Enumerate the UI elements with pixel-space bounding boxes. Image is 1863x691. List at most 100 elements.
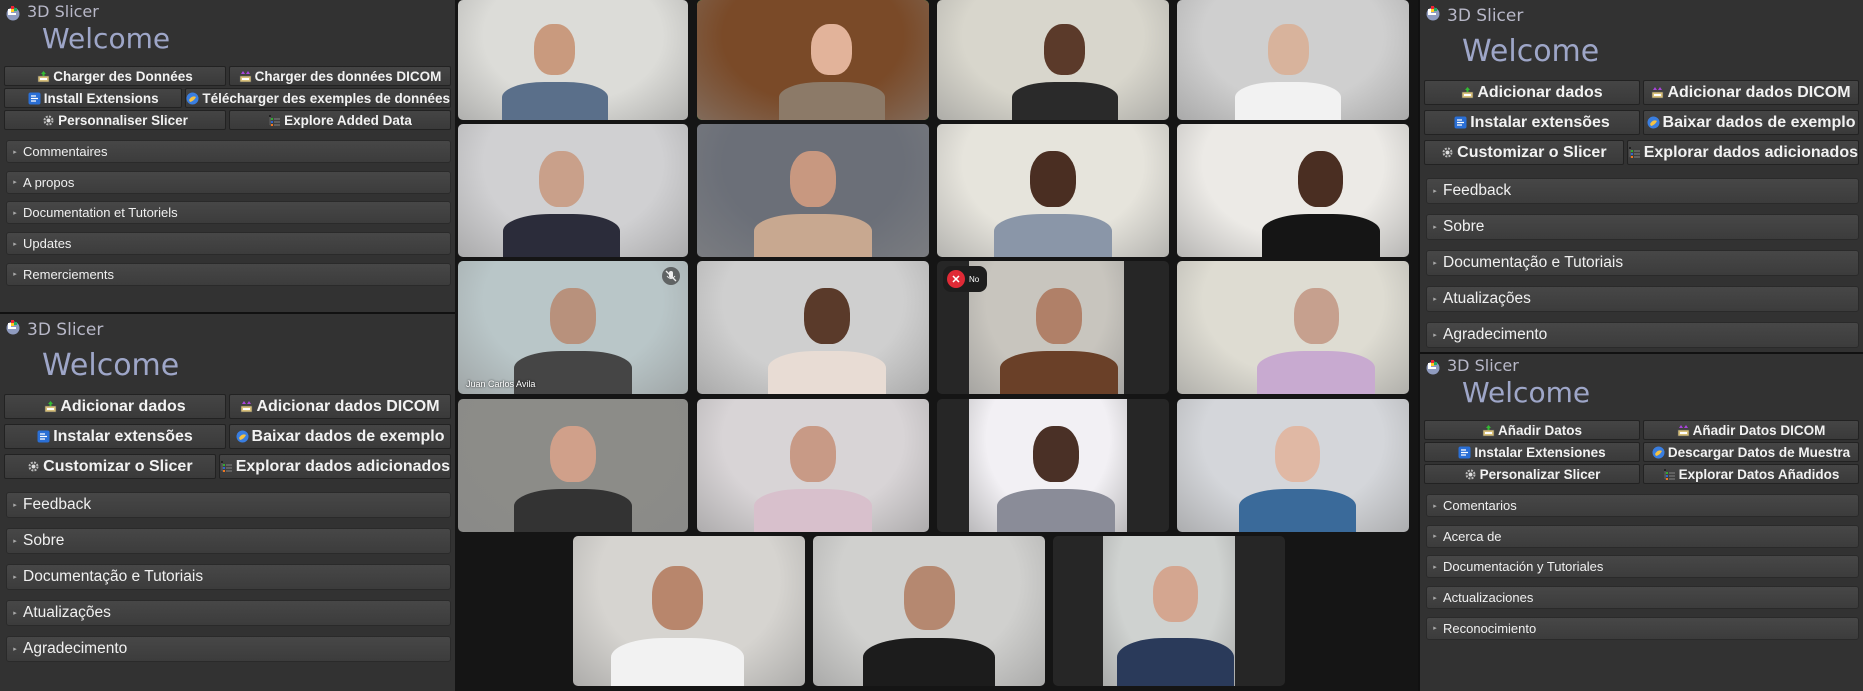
- video-feed: [969, 261, 1124, 394]
- participant-video-tile[interactable]: [458, 399, 688, 532]
- expand-arrow-icon: ▸: [1433, 332, 1437, 339]
- extensions-button[interactable]: Instalar extensões: [1424, 110, 1640, 135]
- collapsible-section[interactable]: ▸ Documentação e Tutoriais: [1426, 250, 1859, 276]
- collapsible-section[interactable]: ▸ Documentation et Tutoriels: [6, 201, 451, 225]
- participant-face: [1044, 24, 1085, 75]
- sample-data-button[interactable]: Baixar dados de exemplo: [229, 424, 451, 449]
- explore-data-button[interactable]: Explore Added Data: [229, 110, 451, 130]
- load-dicom-button[interactable]: Charger des données DICOM: [229, 66, 451, 86]
- collapsible-section[interactable]: ▸ Documentación y Tutoriales: [1426, 555, 1859, 579]
- load-data-icon: [1482, 424, 1495, 437]
- participant-video-tile[interactable]: [937, 399, 1169, 532]
- participant-face: [804, 287, 850, 345]
- button-label: Adicionar dados: [60, 397, 186, 415]
- collapsible-section[interactable]: ▸ Acerca de: [1426, 524, 1859, 548]
- button-label: Personnaliser Slicer: [58, 112, 188, 128]
- participant-face: [790, 150, 836, 208]
- explore-data-button[interactable]: Explorar dados adicionados: [1626, 140, 1859, 165]
- participant-video-tile[interactable]: [1177, 399, 1409, 532]
- participant-video-tile[interactable]: [937, 124, 1169, 257]
- collapsible-section[interactable]: ▸ Comentarios: [1426, 494, 1859, 517]
- collapsible-section[interactable]: ▸ Updates: [6, 232, 451, 256]
- participant-video-tile[interactable]: [573, 536, 805, 686]
- video-feed: [937, 0, 1169, 120]
- load-data-button[interactable]: Añadir Datos: [1424, 420, 1640, 440]
- customize-gear-button[interactable]: Personalizar Slicer: [1424, 464, 1640, 484]
- section-title: Atualizações: [1443, 290, 1531, 307]
- button-label: Instalar extensões: [53, 427, 193, 445]
- collapsible-section[interactable]: ▸ Reconocimiento: [1426, 616, 1859, 640]
- participant-body: [768, 351, 886, 394]
- participant-video-tile[interactable]: [697, 399, 929, 532]
- participant-video-tile[interactable]: [458, 124, 688, 257]
- load-data-button[interactable]: Charger des Données: [4, 66, 226, 86]
- collapsible-section[interactable]: ▸ Sobre: [1426, 214, 1859, 240]
- load-dicom-button[interactable]: Adicionar dados DICOM: [1643, 80, 1859, 105]
- button-row: Instalar extensões Baixar dados de exempl…: [4, 424, 451, 452]
- collapsible-section[interactable]: ▸ Agradecimento: [6, 636, 451, 662]
- collapsible-section[interactable]: ▸ A propos: [6, 170, 451, 194]
- button-label: Añadir Datos: [1497, 422, 1582, 438]
- button-label: Explorar dados adicionados: [1643, 143, 1858, 161]
- collapsible-section[interactable]: ▸ Atualizações: [1426, 286, 1859, 312]
- participant-body: [862, 638, 996, 686]
- video-feed: [697, 399, 929, 532]
- participant-video-tile[interactable]: ✕ No: [937, 261, 1169, 394]
- collapsible-sections: ▸ Comentarios ▸ Acerca de ▸ Documentación y T…: [1420, 486, 1863, 640]
- load-data-icon: [1461, 86, 1474, 99]
- participant-video-tile[interactable]: [1053, 536, 1285, 686]
- participant-face: [550, 287, 596, 345]
- participant-video-tile[interactable]: [813, 536, 1045, 686]
- sample-data-button[interactable]: Baixar dados de exemplo: [1643, 110, 1859, 135]
- collapsible-section[interactable]: ▸ Actualizaciones: [1426, 586, 1859, 610]
- button-row: Adicionar dados Adicionar dados DICOM: [1424, 80, 1859, 108]
- participant-face: [538, 150, 585, 208]
- collapsible-section[interactable]: ▸ Feedback: [1426, 178, 1859, 204]
- collapsible-section[interactable]: ▸ Atualizações: [6, 600, 451, 626]
- participant-body: [1117, 638, 1234, 686]
- customize-gear-button[interactable]: Customizar o Slicer: [1424, 140, 1624, 165]
- participant-video-tile[interactable]: [697, 0, 929, 120]
- sample-data-button[interactable]: Télécharger des exemples de données: [185, 88, 451, 108]
- extensions-button[interactable]: Instalar Extensiones: [1424, 442, 1640, 462]
- collapsible-section[interactable]: ▸ Documentação e Tutoriais: [6, 564, 451, 590]
- screen: 3D Slicer Welcome Charger des Données Cha…: [0, 0, 1863, 691]
- participant-video-tile[interactable]: [697, 124, 929, 257]
- explore-data-button[interactable]: Explorar Datos Añadidos: [1643, 464, 1859, 484]
- slicer-logo-icon: [6, 320, 20, 335]
- collapsible-section[interactable]: ▸ Feedback: [6, 492, 451, 518]
- collapsible-section[interactable]: ▸ Commentaires: [6, 140, 451, 163]
- participant-video-tile[interactable]: [458, 0, 688, 120]
- load-dicom-button[interactable]: Añadir Datos DICOM: [1643, 420, 1859, 440]
- extensions-button[interactable]: Instalar extensões: [4, 424, 226, 449]
- button-label: Explorar Datos Añadidos: [1678, 466, 1840, 482]
- explore-data-button[interactable]: Explorar dados adicionados: [218, 454, 451, 479]
- section-title: Documentação e Tutoriais: [23, 568, 204, 585]
- extensions-button[interactable]: Install Extensions: [4, 88, 183, 108]
- load-data-button[interactable]: Adicionar dados: [1424, 80, 1640, 105]
- participant-name: Juan Carlos Avila: [466, 379, 536, 389]
- participant-video-tile[interactable]: [1177, 0, 1409, 120]
- video-call-grid: Juan Carlos Avila ✕ No: [455, 0, 1418, 691]
- participant-face: [550, 425, 596, 483]
- button-label: Customizar o Slicer: [43, 457, 193, 475]
- collapsible-section[interactable]: ▸ Agradecimento: [1426, 322, 1859, 348]
- participant-video-tile[interactable]: [1177, 124, 1409, 257]
- load-dicom-button[interactable]: Adicionar dados DICOM: [229, 394, 451, 419]
- participant-video-tile[interactable]: [1177, 261, 1409, 394]
- collapsible-section[interactable]: ▸ Sobre: [6, 528, 451, 554]
- button-label: Instalar extensões: [1470, 113, 1610, 131]
- section-title: Documentation et Tutoriels: [23, 205, 178, 221]
- collapsible-sections: ▸ Commentaires ▸ A propos ▸ Documentation et …: [0, 132, 455, 286]
- participant-video-tile[interactable]: [937, 0, 1169, 120]
- participant-video-tile[interactable]: [697, 261, 929, 394]
- customize-gear-button[interactable]: Customizar o Slicer: [4, 454, 216, 479]
- participant-video-tile[interactable]: Juan Carlos Avila: [458, 261, 688, 394]
- section-title: Comentarios: [1443, 498, 1517, 513]
- load-data-button[interactable]: Adicionar dados: [4, 394, 226, 419]
- button-label: Personalizar Slicer: [1479, 466, 1601, 482]
- customize-gear-button[interactable]: Personnaliser Slicer: [4, 110, 226, 130]
- sample-data-button[interactable]: Descargar Datos de Muestra: [1643, 442, 1859, 462]
- button-row: Instalar Extensiones Descargar Datos de M…: [1424, 442, 1859, 462]
- collapsible-section[interactable]: ▸ Remerciements: [6, 262, 451, 286]
